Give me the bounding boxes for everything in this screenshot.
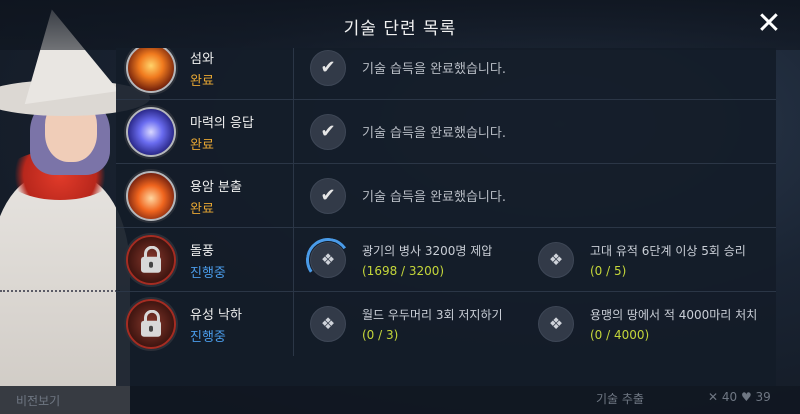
quest-item[interactable]: ❖ 월드 우두머리 3회 저지하기 (0 / 3) xyxy=(296,292,524,356)
skill-row[interactable]: 마력의 응답 완료 ✔ 기술 습득을 완료했습니다. xyxy=(116,100,776,164)
lock-icon xyxy=(141,245,161,273)
quest-icon: ❖ xyxy=(538,242,574,278)
bottom-bar: 비전보기 기술 추출 ✕ 40 ♥ 39 xyxy=(0,386,800,414)
close-icon[interactable]: ✕ xyxy=(756,9,782,39)
skill-training-list[interactable]: 섬와 완료 ✔ 기술 습득을 완료했습니다. 마력의 응답 완료 ✔ 기술 습득… xyxy=(116,48,776,386)
quest-icon: ❖ xyxy=(310,306,346,342)
skill-name: 유성 낙하 xyxy=(190,308,242,323)
skill-info: 돌풍 진행중 xyxy=(116,228,294,292)
quest-text: 월드 우두머리 3회 저지하기 xyxy=(362,308,503,322)
skill-info: 유성 낙하 진행중 xyxy=(116,292,294,356)
task-text: 기술 습득을 완료했습니다. xyxy=(362,126,506,141)
status-badge: 진행중 xyxy=(190,266,226,281)
fire-skill-icon[interactable] xyxy=(126,48,176,93)
task-text: 기술 습득을 완료했습니다. xyxy=(362,62,506,77)
bottom-left-label[interactable]: 비전보기 xyxy=(16,392,60,409)
task-item: ✔ 기술 습득을 완료했습니다. xyxy=(296,48,776,100)
lava-skill-icon[interactable] xyxy=(126,171,176,221)
header: 기술 단련 목록 ✕ xyxy=(0,0,800,50)
skill-name: 섬와 xyxy=(190,52,214,67)
locked-skill-icon[interactable] xyxy=(126,299,176,349)
quest-item[interactable]: ❖ 고대 유적 6단계 이상 5회 승리 (0 / 5) xyxy=(524,228,776,292)
skill-name: 돌풍 xyxy=(190,244,214,259)
magic-skill-icon[interactable] xyxy=(126,107,176,157)
quest-progress: (0 / 3) xyxy=(362,328,399,342)
lock-icon xyxy=(141,309,161,337)
skill-name: 용암 분출 xyxy=(190,180,242,195)
check-icon: ✔ xyxy=(310,114,346,150)
skill-name: 마력의 응답 xyxy=(190,116,254,131)
skill-info: 용암 분출 완료 xyxy=(116,164,294,228)
skill-row[interactable]: 유성 낙하 진행중 ❖ 월드 우두머리 3회 저지하기 (0 / 3) ❖ 용맹… xyxy=(116,292,776,356)
skill-row[interactable]: 용암 분출 완료 ✔ 기술 습득을 완료했습니다. xyxy=(116,164,776,228)
extract-skill-button[interactable]: 기술 추출 xyxy=(596,390,644,407)
quest-text: 용맹의 땅에서 적 4000마리 처치 xyxy=(590,308,758,322)
quest-text: 광기의 병사 3200명 제압 xyxy=(362,244,493,258)
task-text: 기술 습득을 완료했습니다. xyxy=(362,190,506,205)
status-badge: 완료 xyxy=(190,202,214,217)
check-icon: ✔ xyxy=(310,178,346,214)
status-badge: 진행중 xyxy=(190,330,226,345)
skill-info: 섬와 완료 xyxy=(116,48,294,100)
skill-row[interactable]: 돌풍 진행중 ❖ 광기의 병사 3200명 제압 (1698 / 3200) ❖… xyxy=(116,228,776,292)
task-item: ✔ 기술 습득을 완료했습니다. xyxy=(296,100,776,164)
quest-progress: (0 / 5) xyxy=(590,264,627,278)
bottom-stats: ✕ 40 ♥ 39 xyxy=(708,390,771,404)
character-chain xyxy=(0,290,120,296)
skill-info: 마력의 응답 완료 xyxy=(116,100,294,164)
task-item: ✔ 기술 습득을 완료했습니다. xyxy=(296,164,776,228)
quest-progress: (1698 / 3200) xyxy=(362,264,445,278)
quest-text: 고대 유적 6단계 이상 5회 승리 xyxy=(590,244,746,258)
page-title: 기술 단련 목록 xyxy=(343,19,457,39)
check-icon: ✔ xyxy=(310,50,346,86)
status-badge: 완료 xyxy=(190,138,214,153)
locked-skill-icon[interactable] xyxy=(126,235,176,285)
quest-icon: ❖ xyxy=(310,242,346,278)
skill-row[interactable]: 섬와 완료 ✔ 기술 습득을 완료했습니다. xyxy=(116,48,776,100)
quest-item[interactable]: ❖ 용맹의 땅에서 적 4000마리 처치 (0 / 4000) xyxy=(524,292,776,356)
quest-icon: ❖ xyxy=(538,306,574,342)
quest-item[interactable]: ❖ 광기의 병사 3200명 제압 (1698 / 3200) xyxy=(296,228,524,292)
quest-progress: (0 / 4000) xyxy=(590,328,650,342)
status-badge: 완료 xyxy=(190,74,214,89)
